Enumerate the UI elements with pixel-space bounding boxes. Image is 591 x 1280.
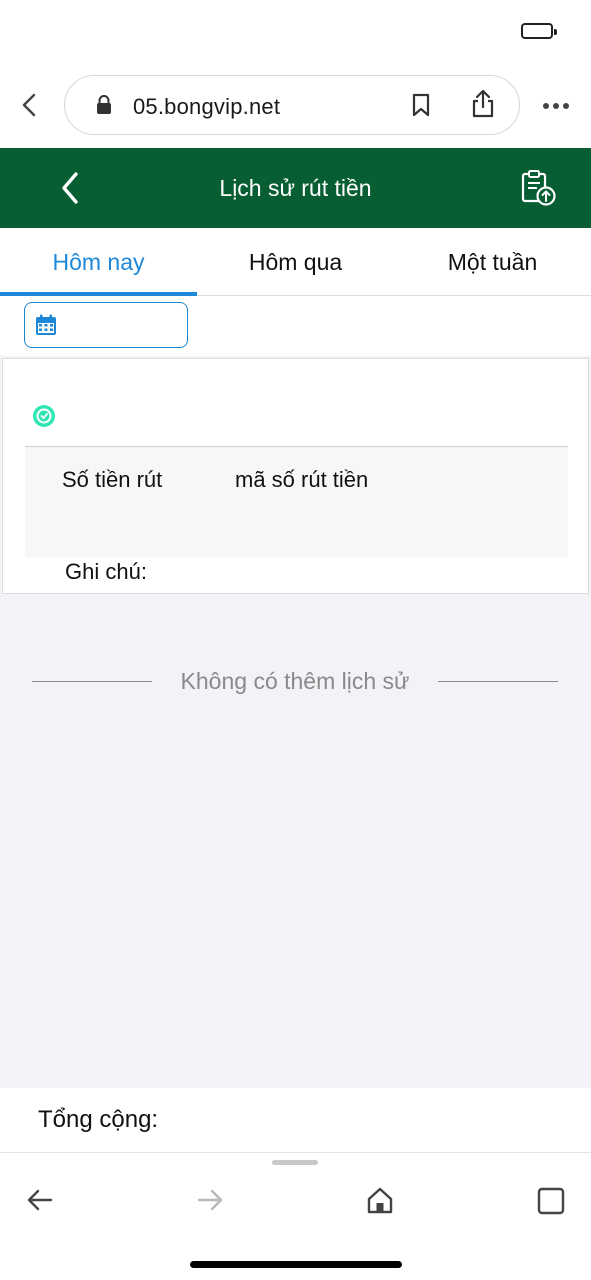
no-more-history: Không có thêm lịch sử <box>32 664 558 698</box>
home-icon[interactable] <box>366 1186 394 1214</box>
date-range-tabs: Hôm nay Hôm qua Một tuần <box>0 228 591 296</box>
clock-check-icon <box>33 405 55 427</box>
home-indicator <box>190 1261 402 1268</box>
tabs-icon[interactable] <box>537 1187 565 1215</box>
chevron-left-icon[interactable] <box>56 170 86 206</box>
withdrawal-code-label: mã số rút tiền <box>235 467 369 492</box>
date-filter-row <box>0 296 591 356</box>
withdrawal-record-card: Số tiền rút mã số rút tiền Ghi chú: <box>2 358 589 594</box>
tab-yesterday[interactable]: Hôm qua <box>197 228 394 294</box>
browser-toolbar <box>0 1152 591 1280</box>
arrow-back-icon[interactable] <box>26 1187 54 1213</box>
total-bar: Tổng cộng: <box>0 1088 591 1152</box>
amount-label: Số tiền rút <box>62 467 163 492</box>
clipboard-upload-icon[interactable] <box>518 168 558 208</box>
lock-icon <box>95 94 113 116</box>
tab-one-week[interactable]: Một tuần <box>394 228 591 294</box>
app-header: Lịch sử rút tiền <box>0 148 591 228</box>
more-options-icon[interactable] <box>542 102 570 110</box>
record-details: Số tiền rút mã số rút tiền <box>25 447 568 557</box>
url-text: 05.bongvip.net <box>133 94 281 119</box>
browser-address-bar: 05.bongvip.net <box>0 60 591 148</box>
url-field[interactable]: 05.bongvip.net <box>64 75 520 135</box>
arrow-forward-icon[interactable] <box>196 1187 224 1213</box>
date-picker-input[interactable] <box>24 302 188 348</box>
no-more-history-text: Không có thêm lịch sử <box>166 668 424 694</box>
calendar-icon <box>34 313 58 337</box>
battery-icon <box>521 23 557 39</box>
status-bar <box>0 0 591 60</box>
tab-today[interactable]: Hôm nay <box>0 228 197 294</box>
bookmark-icon[interactable] <box>410 92 432 118</box>
share-icon[interactable] <box>470 89 496 119</box>
browser-back-icon[interactable] <box>18 92 42 118</box>
page-title: Lịch sử rút tiền <box>219 175 372 201</box>
total-label: Tổng cộng: <box>38 1106 159 1133</box>
toolbar-grab-handle[interactable] <box>272 1160 318 1165</box>
note-label: Ghi chú: <box>65 559 147 584</box>
